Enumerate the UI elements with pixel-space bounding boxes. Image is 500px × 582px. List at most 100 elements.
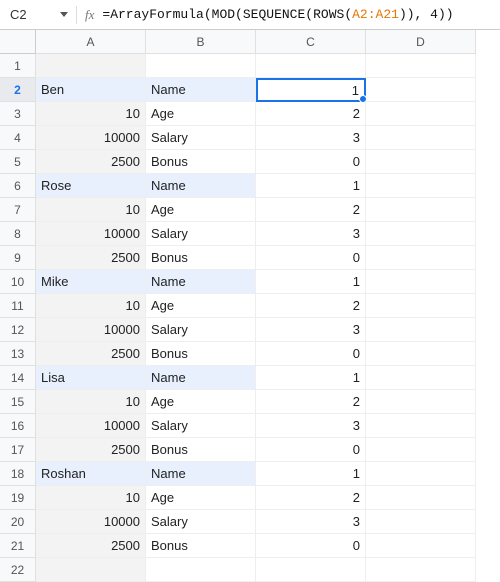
cell[interactable]: 0 — [256, 246, 366, 270]
cell[interactable] — [146, 54, 256, 78]
cell[interactable]: Age — [146, 390, 256, 414]
cell[interactable] — [366, 174, 476, 198]
cell[interactable]: 3 — [256, 222, 366, 246]
row-header[interactable]: 15 — [0, 390, 36, 414]
cell[interactable]: Name — [146, 366, 256, 390]
cell[interactable]: 10000 — [36, 318, 146, 342]
cell[interactable] — [36, 558, 146, 582]
spreadsheet-grid[interactable]: ABCD12BenName1310Age2410000Salary352500B… — [0, 30, 500, 582]
cell[interactable]: Age — [146, 294, 256, 318]
cell[interactable]: 2 — [256, 102, 366, 126]
row-header[interactable]: 12 — [0, 318, 36, 342]
cell[interactable] — [366, 534, 476, 558]
cell[interactable] — [366, 102, 476, 126]
row-header[interactable]: 8 — [0, 222, 36, 246]
row-header[interactable]: 1 — [0, 54, 36, 78]
cell[interactable]: 0 — [256, 342, 366, 366]
row-header[interactable]: 9 — [0, 246, 36, 270]
row-header[interactable]: 21 — [0, 534, 36, 558]
cell[interactable] — [366, 54, 476, 78]
cell[interactable]: Salary — [146, 414, 256, 438]
select-all-corner[interactable] — [0, 30, 36, 54]
cell[interactable] — [366, 246, 476, 270]
row-header[interactable]: 11 — [0, 294, 36, 318]
chevron-down-icon[interactable] — [60, 12, 68, 17]
row-header[interactable]: 17 — [0, 438, 36, 462]
cell[interactable]: 2 — [256, 486, 366, 510]
row-header[interactable]: 16 — [0, 414, 36, 438]
cell[interactable] — [256, 54, 366, 78]
name-box[interactable]: C2 — [6, 7, 54, 22]
cell[interactable] — [256, 558, 366, 582]
cell[interactable]: 2500 — [36, 150, 146, 174]
column-header-c[interactable]: C — [256, 30, 366, 54]
cell[interactable]: Roshan — [36, 462, 146, 486]
cell[interactable]: Bonus — [146, 342, 256, 366]
cell[interactable] — [366, 510, 476, 534]
cell[interactable]: 2 — [256, 198, 366, 222]
column-header-d[interactable]: D — [366, 30, 476, 54]
row-header[interactable]: 19 — [0, 486, 36, 510]
cell[interactable]: Salary — [146, 510, 256, 534]
cell[interactable] — [366, 198, 476, 222]
cell[interactable] — [366, 342, 476, 366]
cell[interactable]: Name — [146, 270, 256, 294]
cell[interactable]: 1 — [256, 462, 366, 486]
cell[interactable]: Age — [146, 198, 256, 222]
row-header[interactable]: 2 — [0, 78, 36, 102]
cell[interactable] — [366, 390, 476, 414]
cell[interactable]: 3 — [256, 318, 366, 342]
cell[interactable]: Bonus — [146, 246, 256, 270]
row-header[interactable]: 20 — [0, 510, 36, 534]
row-header[interactable]: 6 — [0, 174, 36, 198]
selected-cell[interactable]: 1 — [256, 78, 366, 102]
cell[interactable] — [366, 222, 476, 246]
fx-icon[interactable]: fx — [85, 7, 94, 23]
cell[interactable]: Bonus — [146, 534, 256, 558]
cell[interactable] — [366, 126, 476, 150]
row-header[interactable]: 5 — [0, 150, 36, 174]
cell[interactable]: Bonus — [146, 438, 256, 462]
cell[interactable]: Salary — [146, 318, 256, 342]
row-header[interactable]: 4 — [0, 126, 36, 150]
cell[interactable]: 1 — [256, 174, 366, 198]
column-header-a[interactable]: A — [36, 30, 146, 54]
row-header[interactable]: 7 — [0, 198, 36, 222]
cell[interactable]: 0 — [256, 150, 366, 174]
row-header[interactable]: 10 — [0, 270, 36, 294]
cell[interactable]: 2500 — [36, 438, 146, 462]
cell[interactable] — [366, 462, 476, 486]
cell[interactable] — [366, 150, 476, 174]
cell[interactable] — [146, 558, 256, 582]
cell[interactable]: Bonus — [146, 150, 256, 174]
cell[interactable] — [366, 438, 476, 462]
cell[interactable]: 2 — [256, 294, 366, 318]
cell[interactable]: Name — [146, 174, 256, 198]
cell[interactable]: 10000 — [36, 414, 146, 438]
cell[interactable]: Age — [146, 102, 256, 126]
cell[interactable] — [366, 486, 476, 510]
row-header[interactable]: 13 — [0, 342, 36, 366]
cell[interactable]: 3 — [256, 414, 366, 438]
cell[interactable] — [36, 54, 146, 78]
cell[interactable] — [366, 366, 476, 390]
cell[interactable]: Name — [146, 78, 256, 102]
cell[interactable]: 10 — [36, 390, 146, 414]
column-header-b[interactable]: B — [146, 30, 256, 54]
row-header[interactable]: 3 — [0, 102, 36, 126]
cell[interactable]: 10000 — [36, 222, 146, 246]
cell[interactable]: Mike — [36, 270, 146, 294]
cell[interactable]: 2500 — [36, 246, 146, 270]
cell[interactable]: 0 — [256, 438, 366, 462]
cell[interactable]: 10000 — [36, 126, 146, 150]
cell[interactable] — [366, 558, 476, 582]
row-header[interactable]: 22 — [0, 558, 36, 582]
cell[interactable]: 10 — [36, 294, 146, 318]
cell[interactable]: 3 — [256, 126, 366, 150]
formula-input[interactable]: =ArrayFormula(MOD(SEQUENCE(ROWS(A2:A21))… — [102, 7, 453, 22]
cell[interactable]: 1 — [256, 270, 366, 294]
cell[interactable] — [366, 294, 476, 318]
cell[interactable]: 10 — [36, 102, 146, 126]
cell[interactable] — [366, 414, 476, 438]
cell[interactable]: 10 — [36, 486, 146, 510]
